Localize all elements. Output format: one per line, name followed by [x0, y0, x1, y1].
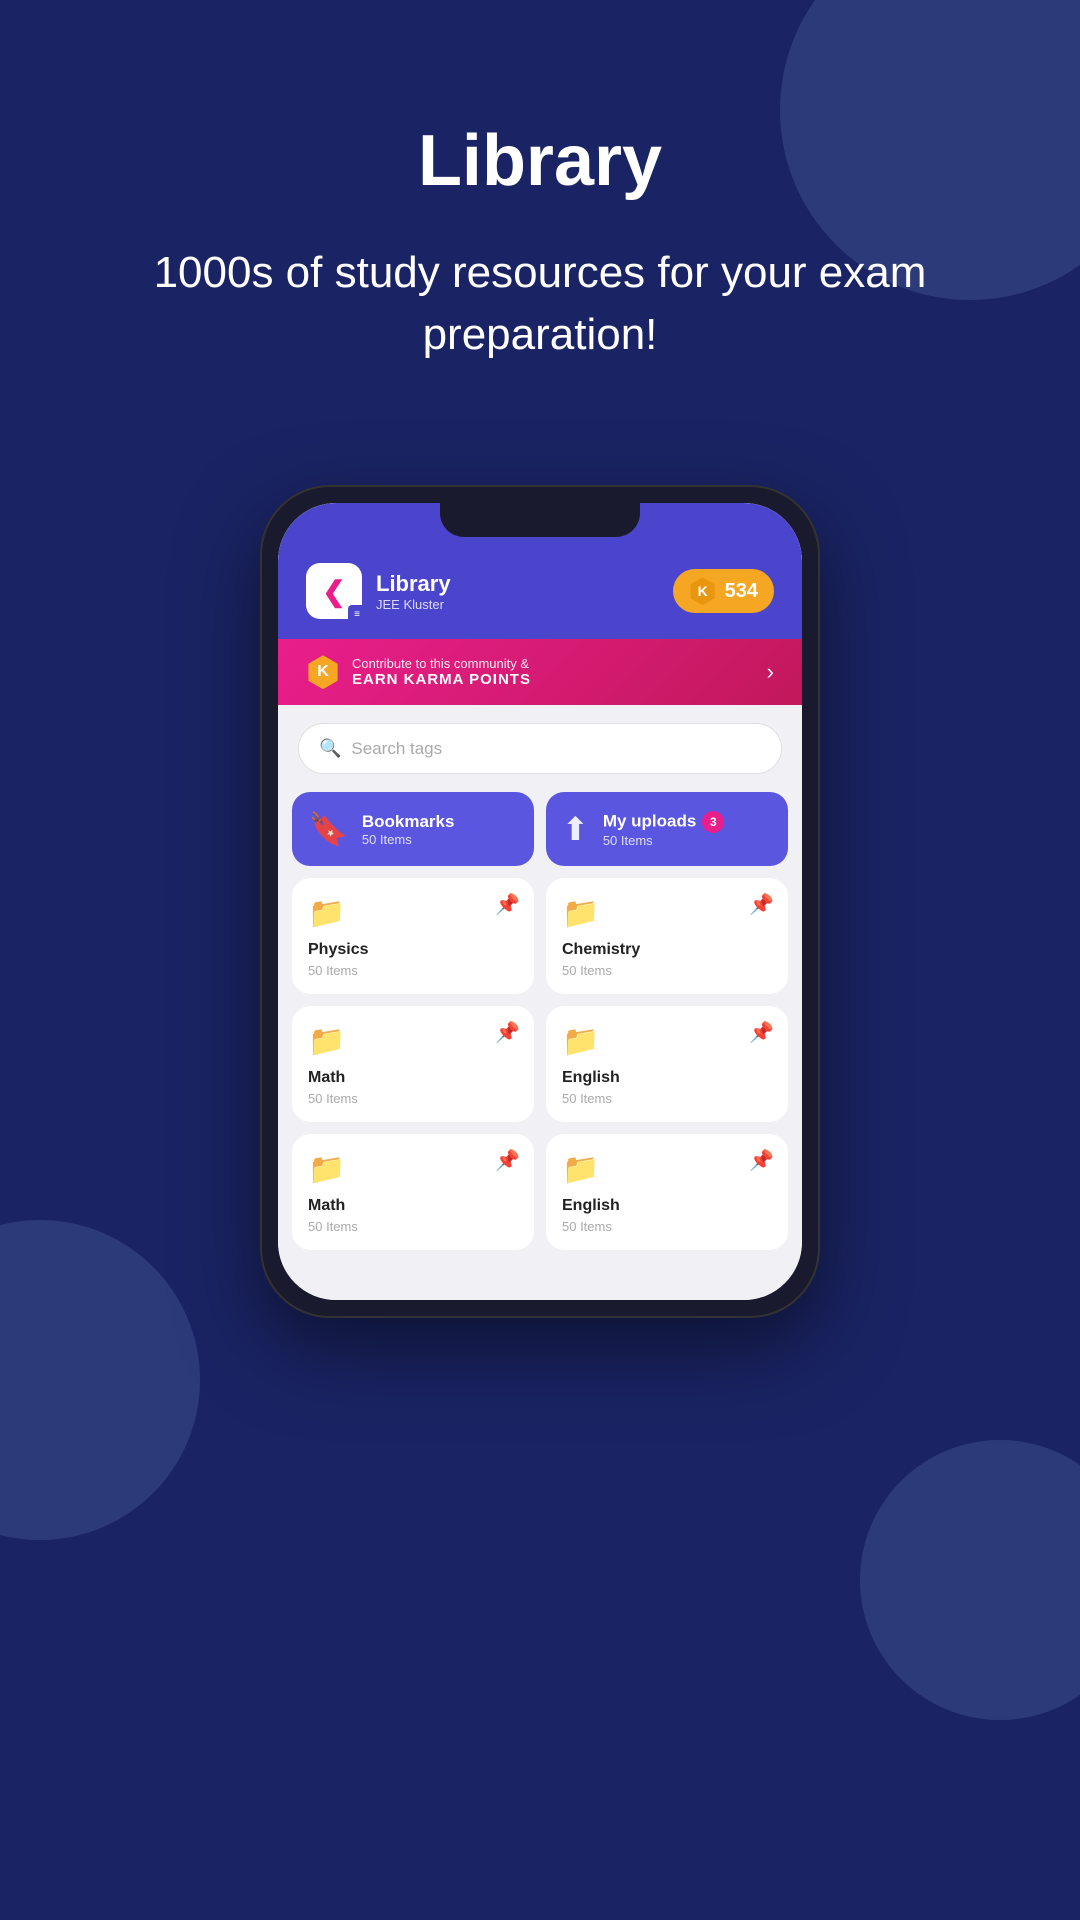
grid-area: 🔖 Bookmarks 50 Items ⬆ My uploads3: [278, 792, 802, 1270]
menu-icon: ≡: [354, 609, 360, 620]
english-card-2[interactable]: 📌 📁 English 50 Items: [546, 1134, 788, 1250]
folder-icon-math-1: 📁: [308, 1024, 518, 1059]
folder-icon-physics: 📁: [308, 896, 518, 931]
pin-icon-chemistry[interactable]: 📌: [749, 892, 774, 917]
math-name-1: Math: [308, 1069, 518, 1087]
search-icon: 🔍: [319, 738, 341, 759]
earn-text: Contribute to this community & EARN KARM…: [352, 656, 531, 688]
folder-icon-english-2: 📁: [562, 1152, 772, 1187]
math-name-2: Math: [308, 1197, 518, 1215]
contribute-text: Contribute to this community &: [352, 656, 531, 671]
earn-banner-left: K Contribute to this community & EARN KA…: [306, 655, 531, 689]
chemistry-count: 50 Items: [562, 963, 772, 978]
bottom-padding: [278, 1270, 802, 1300]
chemistry-name: Chemistry: [562, 941, 772, 959]
bookmarks-count: 50 Items: [362, 832, 455, 847]
folder-icon-chemistry: 📁: [562, 896, 772, 931]
phone-outer: ❮ ≡ Library JEE Kluster: [260, 485, 820, 1318]
pin-icon-physics[interactable]: 📌: [495, 892, 520, 917]
math-card-1[interactable]: 📌 📁 Math 50 Items: [292, 1006, 534, 1122]
physics-name: Physics: [308, 941, 518, 959]
phone-inner: ❮ ≡ Library JEE Kluster: [278, 503, 802, 1300]
karma-number: 534: [725, 580, 758, 603]
phone-notch: [440, 503, 640, 537]
bookmarks-card[interactable]: 🔖 Bookmarks 50 Items: [292, 792, 534, 866]
earn-arrow-icon: ›: [767, 659, 774, 685]
folder-icon-english-1: 📁: [562, 1024, 772, 1059]
bg-circle-bottom-right: [860, 1440, 1080, 1720]
logo-chevron-icon: ❮: [322, 575, 345, 608]
pin-icon-math-2[interactable]: 📌: [495, 1148, 520, 1173]
logo-badge: ≡: [348, 605, 366, 623]
phone-mockup: ❮ ≡ Library JEE Kluster: [0, 485, 1080, 1318]
earn-karma-text: EARN KARMA POINTS: [352, 671, 531, 688]
english-count-2: 50 Items: [562, 1219, 772, 1234]
karma-badge[interactable]: K 534: [673, 569, 774, 613]
math-card-2[interactable]: 📌 📁 Math 50 Items: [292, 1134, 534, 1250]
hero-section: Library 1000s of study resources for you…: [0, 0, 1080, 445]
bookmarks-label: Bookmarks: [362, 812, 455, 832]
chemistry-card[interactable]: 📌 📁 Chemistry 50 Items: [546, 878, 788, 994]
karma-k-icon: K: [689, 577, 717, 605]
hero-subtitle: 1000s of study resources for your exam p…: [80, 242, 1000, 365]
english-count-1: 50 Items: [562, 1091, 772, 1106]
search-placeholder: Search tags: [351, 739, 442, 759]
search-bar[interactable]: 🔍 Search tags: [298, 723, 782, 774]
pin-icon-english-2[interactable]: 📌: [749, 1148, 774, 1173]
folder-icon-math-2: 📁: [308, 1152, 518, 1187]
uploads-count: 50 Items: [603, 833, 725, 848]
math-count-2: 50 Items: [308, 1219, 518, 1234]
my-uploads-card[interactable]: ⬆ My uploads3 50 Items: [546, 792, 788, 866]
pin-icon-english-1[interactable]: 📌: [749, 1020, 774, 1045]
karma-letter: K: [698, 583, 708, 599]
physics-count: 50 Items: [308, 963, 518, 978]
app-content: ❮ ≡ Library JEE Kluster: [278, 503, 802, 1300]
page-title: Library: [80, 120, 1000, 202]
english-name-1: English: [562, 1069, 772, 1087]
app-subtitle: JEE Kluster: [376, 597, 451, 612]
bookmarks-info: Bookmarks 50 Items: [362, 812, 455, 847]
subjects-grid: 📌 📁 Physics 50 Items 📌 📁 Chemistry 50 It…: [292, 878, 788, 1250]
earn-k-icon: K: [306, 655, 340, 689]
english-card-1[interactable]: 📌 📁 English 50 Items: [546, 1006, 788, 1122]
app-logo: ❮ ≡: [306, 563, 362, 619]
earn-banner[interactable]: K Contribute to this community & EARN KA…: [278, 639, 802, 705]
title-area: Library JEE Kluster: [376, 571, 451, 612]
logo-area: ❮ ≡ Library JEE Kluster: [306, 563, 451, 619]
app-title: Library: [376, 571, 451, 597]
english-name-2: English: [562, 1197, 772, 1215]
quick-cards-row: 🔖 Bookmarks 50 Items ⬆ My uploads3: [292, 792, 788, 866]
header-top: ❮ ≡ Library JEE Kluster: [306, 563, 774, 619]
uploads-info: My uploads3 50 Items: [603, 811, 725, 848]
uploads-badge: 3: [702, 811, 724, 833]
physics-card[interactable]: 📌 📁 Physics 50 Items: [292, 878, 534, 994]
uploads-icon: ⬆: [562, 810, 589, 848]
search-area: 🔍 Search tags: [278, 705, 802, 792]
math-count-1: 50 Items: [308, 1091, 518, 1106]
bookmarks-icon: 🔖: [308, 810, 348, 848]
uploads-label: My uploads3: [603, 811, 725, 833]
pin-icon-math-1[interactable]: 📌: [495, 1020, 520, 1045]
